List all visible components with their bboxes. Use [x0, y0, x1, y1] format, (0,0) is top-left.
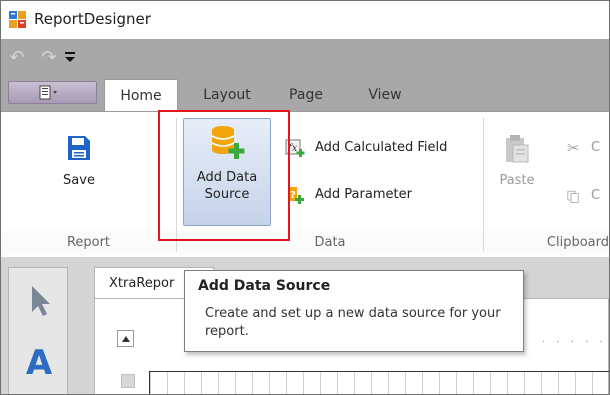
toolbox-panel: A [8, 267, 69, 394]
report-designer-window: ReportDesigner ↶ ↷ Home Layout Page View [0, 0, 610, 395]
tab-home[interactable]: Home [104, 79, 178, 112]
group-label-clipboard: Clipboard [484, 231, 609, 255]
tab-layout[interactable]: Layout [187, 79, 267, 111]
save-label: Save [63, 173, 95, 188]
cut-button[interactable]: ✂ C [567, 137, 609, 159]
floppy-disk-icon [68, 136, 90, 160]
copy-button[interactable]: C [567, 185, 609, 207]
tooltip-body: Create and set up a new data source for … [205, 306, 501, 339]
group-label-report: Report [1, 231, 176, 255]
redo-icon[interactable]: ↷ [39, 48, 59, 68]
quick-access-toolbar: ↶ ↷ [1, 39, 609, 79]
scissors-icon: ✂ [567, 139, 580, 157]
highlight-frame [158, 110, 290, 241]
add-data-source-tooltip: Add Data Source Create and set up a new … [184, 270, 524, 352]
customize-dropdown-icon[interactable] [63, 50, 77, 64]
window-title: ReportDesigner [34, 10, 151, 28]
tab-view[interactable]: View [358, 79, 412, 111]
ribbon-panel: Save Report Add Data Source fx Add Calcu… [1, 111, 609, 257]
copy-label: C [591, 188, 601, 203]
undo-icon[interactable]: ↶ [7, 48, 27, 68]
ribbon-tab-row: Home Layout Page View [1, 79, 609, 112]
band-handle[interactable] [121, 374, 135, 388]
application-menu-icon [39, 85, 57, 100]
paste-icon [506, 135, 529, 163]
band-grid [149, 371, 609, 394]
add-calculated-field-label: Add Calculated Field [315, 140, 448, 155]
label-tool[interactable]: A [9, 343, 69, 383]
application-menu-button[interactable] [8, 81, 97, 104]
tooltip-title: Add Data Source [198, 278, 331, 294]
tab-page[interactable]: Page [281, 79, 331, 111]
add-calculated-field-button[interactable]: fx Add Calculated Field [285, 137, 475, 159]
title-bar: ReportDesigner [1, 1, 609, 39]
horizontal-ruler: · · · · · [542, 337, 607, 348]
add-parameter-button[interactable]: ? Add Parameter [285, 184, 435, 206]
paste-button[interactable]: Paste [495, 134, 539, 206]
paste-label: Paste [499, 173, 535, 188]
add-parameter-label: Add Parameter [315, 187, 412, 202]
cut-label: C [591, 140, 601, 155]
save-button[interactable]: Save [49, 130, 109, 210]
pointer-tool-icon[interactable] [18, 278, 58, 320]
copy-icon [567, 190, 579, 203]
collapse-band-button[interactable] [117, 330, 134, 347]
report-designer-app-icon [9, 11, 26, 28]
